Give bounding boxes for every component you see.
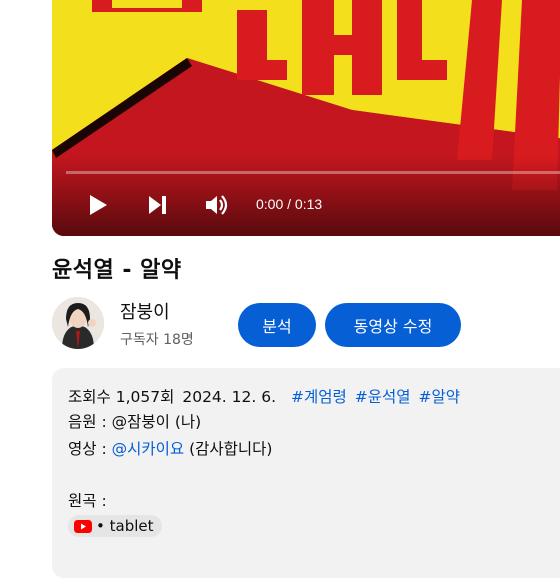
video-title: 윤석열 - 알약 [52,258,182,283]
audio-text: @잠붕이 (나) [111,413,202,431]
linked-video-chip[interactable]: • tablet [68,515,162,537]
youtube-icon [74,519,92,533]
mention-link[interactable]: @시카이요 [112,440,185,458]
video-credit-suffix: (감사합니다) [184,440,273,458]
description-meta: 조회수 1,057회 2024. 12. 6. #계엄령 #윤석열 #알약 [68,385,460,407]
analyze-button[interactable]: 분석 [238,303,316,347]
video-credit: 영상 : @시카이요 (감사합니다) [68,437,272,459]
description-box[interactable]: 조회수 1,057회 2024. 12. 6. #계엄령 #윤석열 #알약 음원 : … [52,368,560,578]
next-icon [149,196,166,214]
view-count: 조회수 1,057회 [68,388,175,406]
upload-date: 2024. 12. 6. [182,388,277,406]
audio-credit: 음원 : @잠붕이 (나) [68,410,201,432]
video-label: 영상 : [68,440,112,458]
volume-button[interactable] [202,189,234,221]
original-song-label: 원곡 : [68,492,107,510]
channel-name[interactable]: 잠붕이 [120,298,170,324]
chip-label: • tablet [96,517,154,535]
hashtag-link[interactable]: #알약 [419,388,461,406]
avatar-image [52,297,104,349]
video-player[interactable]: 0:00 / 0:13 [52,0,560,236]
time-display: 0:00 / 0:13 [256,196,323,212]
edit-video-button[interactable]: 동영상 수정 [325,303,461,347]
volume-icon [206,195,228,215]
audio-label: 음원 : [68,413,112,431]
play-icon [90,195,107,215]
hashtag-link[interactable]: #윤석열 [355,388,411,406]
subscriber-count: 구독자 18명 [120,332,194,348]
next-button[interactable] [144,189,172,221]
play-button[interactable] [82,189,114,221]
progress-bar[interactable] [66,171,560,174]
channel-avatar[interactable] [52,297,104,349]
hashtag-link[interactable]: #계엄령 [291,388,347,406]
